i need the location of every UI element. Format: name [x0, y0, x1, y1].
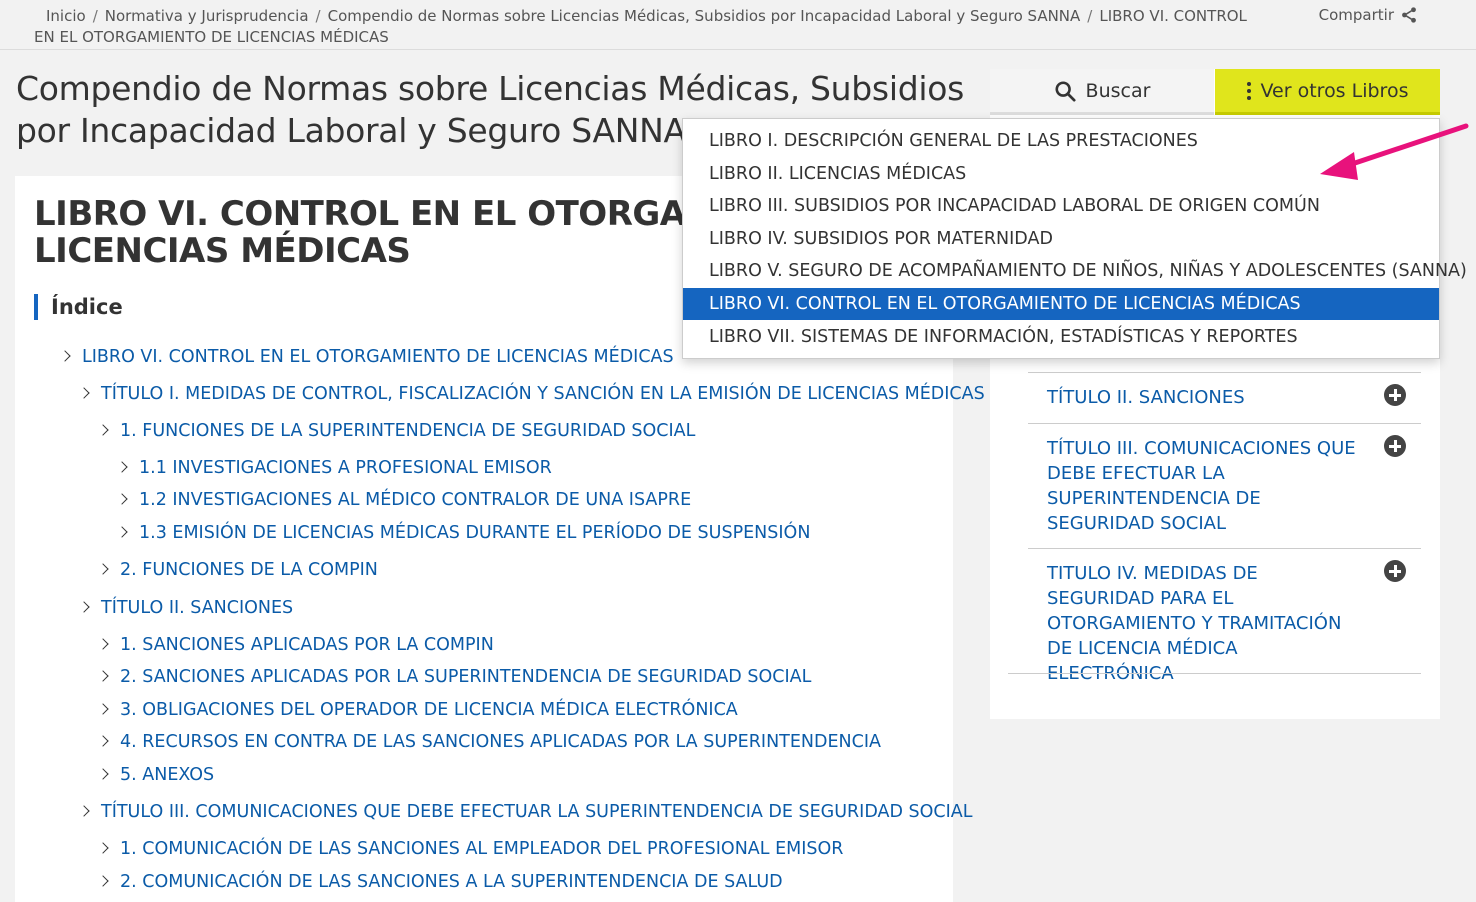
chevron-right-icon [59, 350, 71, 362]
toc-item[interactable]: LIBRO VI. CONTROL EN EL OTORGAMIENTO DE … [59, 346, 674, 368]
toc-item-label: 1.1 INVESTIGACIONES A PROFESIONAL EMISOR [139, 458, 552, 478]
chevron-right-icon [97, 875, 109, 887]
sidebar-divider [1008, 673, 1421, 674]
breadcrumb-separator: / [92, 7, 98, 25]
toc-item[interactable]: 1.1 INVESTIGACIONES A PROFESIONAL EMISOR [116, 457, 552, 479]
toc-item[interactable]: 5. ANEXOS [97, 764, 215, 786]
toc-item-label: 3. OBLIGACIONES DEL OPERADOR DE LICENCIA… [120, 700, 738, 720]
toc-item-label: LIBRO VI. CONTROL EN EL OTORGAMIENTO DE … [82, 347, 674, 367]
toc-item[interactable]: 3. OBLIGACIONES DEL OPERADOR DE LICENCIA… [97, 699, 738, 721]
search-icon [1055, 80, 1076, 102]
chevron-right-icon [97, 670, 109, 682]
chevron-right-icon [97, 703, 109, 715]
toc-item[interactable]: TÍTULO I. MEDIDAS DE CONTROL, FISCALIZAC… [78, 383, 985, 405]
chevron-right-icon [78, 387, 90, 399]
chevron-right-icon [97, 563, 109, 575]
toc-item-label: TÍTULO III. COMUNICACIONES QUE DEBE EFEC… [101, 802, 973, 822]
toc-item[interactable]: 2. FUNCIONES DE LA COMPIN [97, 559, 378, 581]
toc-item[interactable]: 1. FUNCIONES DE LA SUPERINTENDENCIA DE S… [97, 420, 696, 442]
toc-item-label: 5. ANEXOS [120, 765, 215, 785]
chevron-right-icon [97, 768, 109, 780]
share-icon [1402, 7, 1416, 23]
toc-item-label: 2. FUNCIONES DE LA COMPIN [120, 560, 378, 580]
toc-item[interactable]: 1.3 EMISIÓN DE LICENCIAS MÉDICAS DURANTE… [116, 522, 811, 544]
chevron-right-icon [78, 601, 90, 613]
vertical-dots-icon [1246, 81, 1251, 100]
expand-plus-icon[interactable] [1384, 435, 1406, 457]
breadcrumb-normativa[interactable]: Normativa y Jurisprudencia [105, 7, 309, 25]
index-heading: Índice [34, 294, 123, 320]
annotation-arrow-icon [1320, 123, 1469, 180]
other-books-label: Ver otros Libros [1260, 79, 1409, 102]
expand-plus-icon[interactable] [1384, 560, 1406, 582]
chevron-right-icon [97, 638, 109, 650]
toc-item-label: 1. COMUNICACIÓN DE LAS SANCIONES AL EMPL… [120, 839, 844, 859]
toc-item-label: 4. RECURSOS EN CONTRA DE LAS SANCIONES A… [120, 732, 881, 752]
toc-item-label: 1.2 INVESTIGACIONES AL MÉDICO CONTRALOR … [139, 490, 692, 510]
search-tab[interactable]: Buscar [990, 69, 1214, 115]
dropdown-book-option[interactable]: LIBRO III. SUBSIDIOS POR INCAPACIDAD LAB… [683, 190, 1439, 222]
share-button[interactable]: Compartir [1319, 6, 1418, 24]
sidebar-item-titulo-iv[interactable]: TITULO IV. MEDIDAS DE SEGURIDAD PARA EL … [1028, 548, 1421, 684]
search-tab-label: Buscar [1085, 79, 1151, 102]
chevron-right-icon [78, 805, 90, 817]
toc-item[interactable]: 2. SANCIONES APLICADAS POR LA SUPERINTEN… [97, 666, 812, 688]
toc-item[interactable]: 4. RECURSOS EN CONTRA DE LAS SANCIONES A… [97, 731, 881, 753]
toc-item-label: 1. SANCIONES APLICADAS POR LA COMPIN [120, 635, 494, 655]
dropdown-book-option[interactable]: LIBRO V. SEGURO DE ACOMPAÑAMIENTO DE NIÑ… [683, 255, 1467, 287]
toc-item-label: 2. SANCIONES APLICADAS POR LA SUPERINTEN… [120, 667, 812, 687]
breadcrumb-separator: / [315, 7, 321, 25]
expand-plus-icon[interactable] [1384, 384, 1406, 406]
toc-item-label: 1. FUNCIONES DE LA SUPERINTENDENCIA DE S… [120, 421, 696, 441]
toc-item[interactable]: 1.2 INVESTIGACIONES AL MÉDICO CONTRALOR … [116, 489, 692, 511]
toc-item-label: TÍTULO II. SANCIONES [101, 598, 294, 618]
toc-item[interactable]: 2. COMUNICACIÓN DE LAS SANCIONES A LA SU… [97, 871, 783, 893]
dropdown-book-option[interactable]: LIBRO VI. CONTROL EN EL OTORGAMIENTO DE … [683, 288, 1439, 320]
toc-item[interactable]: TÍTULO III. COMUNICACIONES QUE DEBE EFEC… [78, 801, 973, 823]
breadcrumb-compendio[interactable]: Compendio de Normas sobre Licencias Médi… [328, 7, 1081, 25]
sidebar-item-titulo-iii[interactable]: TÍTULO III. COMUNICACIONES QUE DEBE EFEC… [1028, 423, 1421, 548]
toc-item[interactable]: TÍTULO II. SANCIONES [78, 597, 294, 619]
breadcrumb-bar: Inicio / Normativa y Jurisprudencia / Compen… [0, 0, 1476, 50]
chevron-right-icon [116, 493, 128, 505]
toc-item-label: 2. COMUNICACIÓN DE LAS SANCIONES A LA SU… [120, 872, 783, 892]
breadcrumb: Inicio / Normativa y Jurisprudencia / Compen… [34, 6, 1254, 48]
breadcrumb-home[interactable]: Inicio [46, 7, 86, 25]
chevron-right-icon [97, 424, 109, 436]
toc-item-label: 1.3 EMISIÓN DE LICENCIAS MÉDICAS DURANTE… [139, 523, 811, 543]
dropdown-book-option[interactable]: LIBRO VII. SISTEMAS DE INFORMACIÓN, ESTA… [683, 321, 1439, 353]
toc-item[interactable]: 1. COMUNICACIÓN DE LAS SANCIONES AL EMPL… [97, 838, 844, 860]
share-label: Compartir [1318, 6, 1394, 24]
toc-item[interactable]: 1. SANCIONES APLICADAS POR LA COMPIN [97, 634, 494, 656]
sidebar-item-label: TITULO IV. MEDIDAS DE SEGURIDAD PARA EL … [1047, 563, 1342, 684]
chevron-right-icon [97, 735, 109, 747]
sidebar-item-label: TÍTULO III. COMUNICACIONES QUE DEBE EFEC… [1047, 438, 1356, 534]
other-books-button[interactable]: Ver otros Libros [1215, 69, 1440, 115]
sidebar-item-label: TÍTULO II. SANCIONES [1047, 387, 1245, 408]
chevron-right-icon [116, 526, 128, 538]
dropdown-book-option[interactable]: LIBRO IV. SUBSIDIOS POR MATERNIDAD [683, 223, 1439, 255]
toc-item-label: TÍTULO I. MEDIDAS DE CONTROL, FISCALIZAC… [101, 384, 985, 404]
chevron-right-icon [97, 842, 109, 854]
breadcrumb-separator: / [1087, 7, 1093, 25]
sidebar-item-titulo-ii[interactable]: TÍTULO II. SANCIONES [1028, 372, 1421, 423]
chevron-right-icon [116, 461, 128, 473]
